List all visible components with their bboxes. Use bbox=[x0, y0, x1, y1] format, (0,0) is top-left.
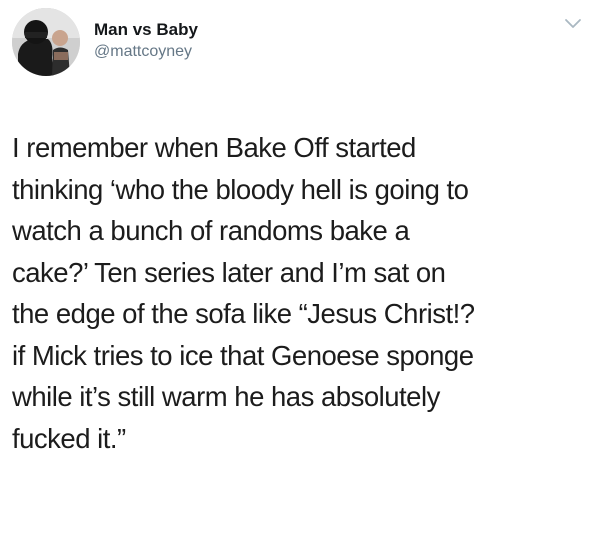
user-avatar-icon bbox=[12, 8, 80, 76]
display-name[interactable]: Man vs Baby bbox=[94, 19, 198, 41]
chevron-down-icon[interactable] bbox=[564, 18, 582, 30]
user-handle[interactable]: @mattcoyney bbox=[94, 41, 198, 63]
tweet-text: I remember when Bake Off started thinkin… bbox=[12, 132, 475, 454]
tweet-card: Man vs Baby @mattcoyney I remember when … bbox=[0, 0, 600, 533]
tweet-header: Man vs Baby @mattcoyney bbox=[12, 8, 588, 78]
tweet-author: Man vs Baby @mattcoyney bbox=[94, 19, 198, 63]
avatar[interactable] bbox=[12, 8, 80, 76]
